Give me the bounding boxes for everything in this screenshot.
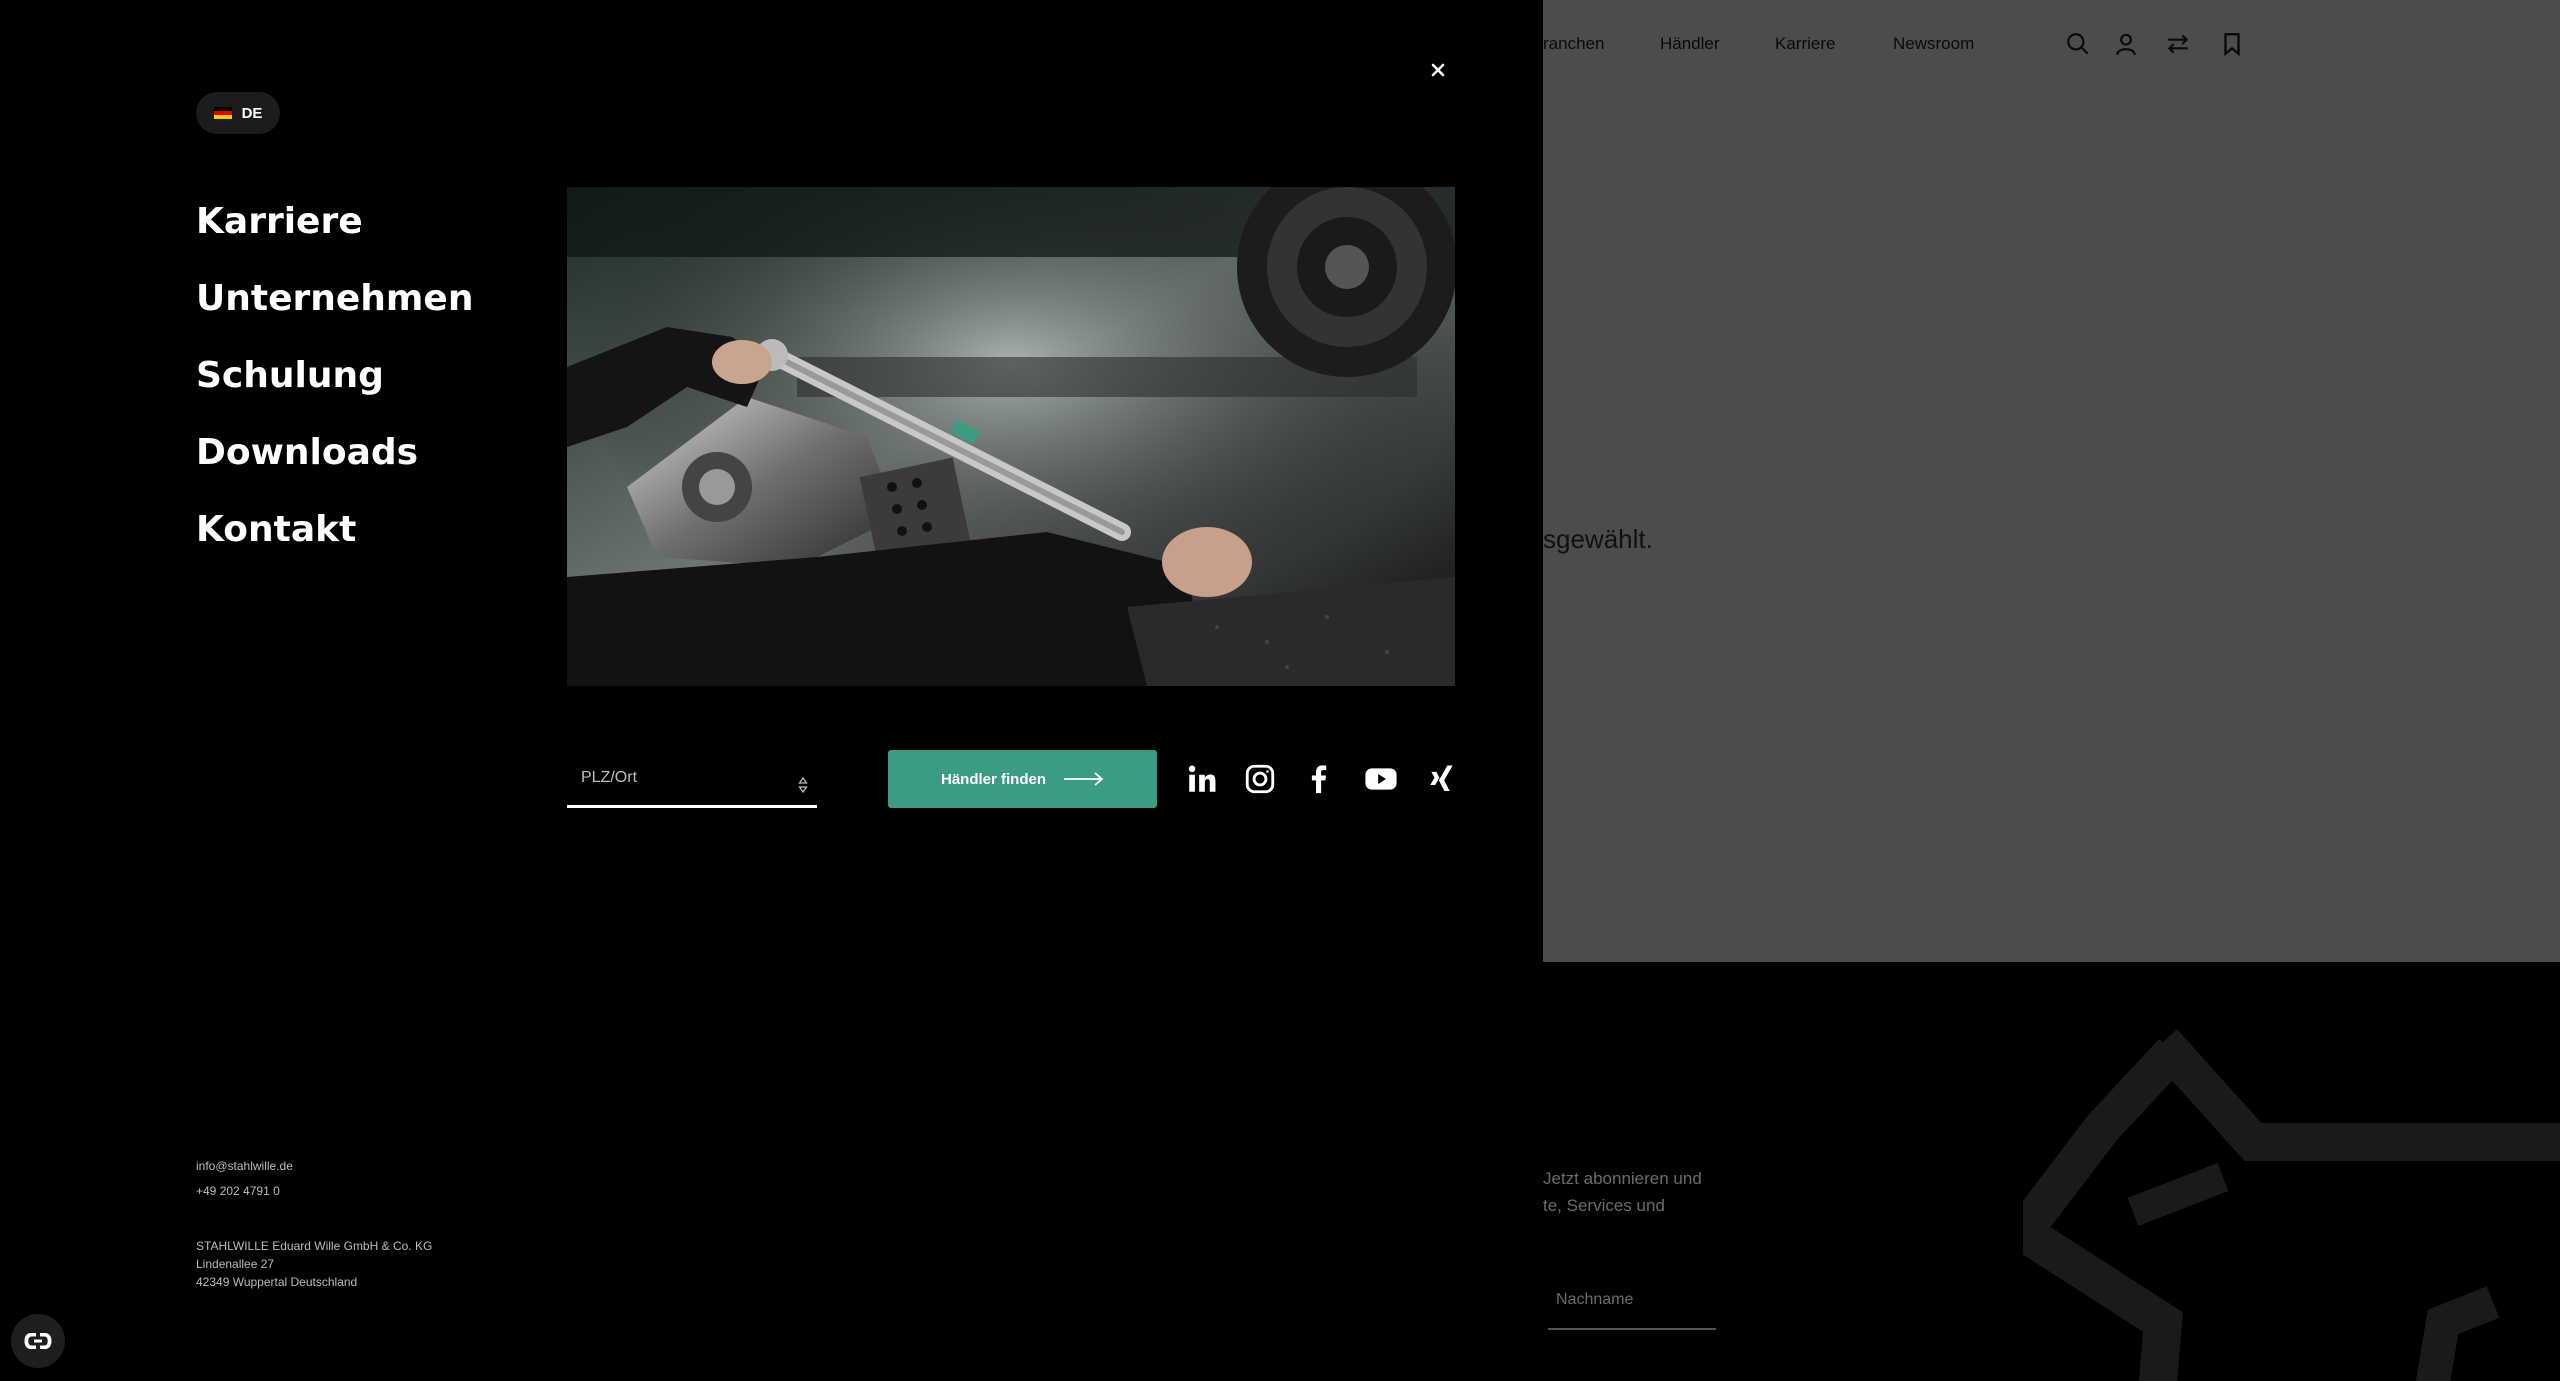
brand-watermark-logo [2023, 1029, 2560, 1381]
nav-link-unternehmen[interactable]: Unternehmen [196, 260, 473, 337]
company-city: 42349 Wuppertal Deutschland [196, 1275, 358, 1289]
instagram-icon[interactable] [1243, 762, 1277, 796]
search-icon[interactable] [2065, 31, 2091, 57]
nav-link-downloads[interactable]: Downloads [196, 414, 473, 491]
user-icon[interactable] [2113, 31, 2139, 57]
bg-nav-item-branchen[interactable]: ranchen [1543, 34, 1604, 54]
menu-panel: DE Karriere Unternehmen Schulung Downloa… [0, 0, 1543, 1381]
contact-phone-link[interactable]: +49 202 4791 0 [196, 1179, 293, 1204]
background-page: ranchen Händler Karriere Newsroom sgewäh… [1543, 0, 2560, 1381]
hero-image [567, 187, 1455, 686]
language-switcher[interactable]: DE [196, 92, 280, 134]
contact-email-link[interactable]: info@stahlwille.de [196, 1154, 293, 1179]
location-icon[interactable] [797, 777, 809, 793]
background-newsletter-text: Jetzt abonnieren und te, Services und [1543, 1165, 1702, 1219]
lastname-field[interactable] [1548, 1272, 1716, 1330]
newsletter-line-2: te, Services und [1543, 1196, 1665, 1215]
compare-icon[interactable] [2165, 31, 2191, 57]
background-nav: ranchen Händler Karriere Newsroom [1543, 31, 2560, 57]
company-address: STAHLWILLE Eduard Wille GmbH & Co. KG Li… [196, 1237, 436, 1291]
language-label: DE [241, 104, 263, 122]
dealer-search-input[interactable] [567, 750, 817, 805]
dealer-search-field[interactable] [567, 750, 817, 808]
lastname-input[interactable] [1548, 1272, 1716, 1328]
find-dealer-button[interactable]: Händler finden [888, 750, 1157, 808]
newsletter-line-1: Jetzt abonnieren und [1543, 1169, 1702, 1188]
facebook-icon[interactable] [1302, 762, 1336, 796]
background-body-text: sgewählt. [1543, 524, 1653, 554]
linkedin-icon[interactable] [1185, 762, 1219, 796]
close-icon[interactable] [1430, 62, 1446, 78]
arrow-right-icon [1064, 772, 1104, 786]
german-flag-icon [213, 107, 232, 119]
nav-link-karriere[interactable]: Karriere [196, 183, 473, 260]
background-content [1543, 0, 2560, 962]
youtube-icon[interactable] [1364, 762, 1398, 796]
contact-info: info@stahlwille.de +49 202 4791 0 [196, 1154, 293, 1204]
main-nav: Karriere Unternehmen Schulung Downloads … [196, 183, 473, 568]
nav-link-kontakt[interactable]: Kontakt [196, 491, 473, 568]
bg-nav-item-haendler[interactable]: Händler [1660, 34, 1720, 54]
bookmark-icon[interactable] [2219, 31, 2245, 57]
company-name: STAHLWILLE Eduard Wille GmbH & Co. KG [196, 1239, 433, 1253]
nav-link-schulung[interactable]: Schulung [196, 337, 473, 414]
bg-nav-item-karriere[interactable]: Karriere [1775, 34, 1835, 54]
company-street: Lindenallee 27 [196, 1257, 275, 1271]
close-menu-button[interactable] [1424, 56, 1452, 84]
accessibility-button[interactable] [11, 1314, 65, 1368]
xing-icon[interactable] [1425, 762, 1459, 796]
accessibility-icon [24, 1333, 52, 1349]
find-dealer-label: Händler finden [940, 770, 1046, 788]
bg-nav-item-newsroom[interactable]: Newsroom [1893, 34, 1974, 54]
